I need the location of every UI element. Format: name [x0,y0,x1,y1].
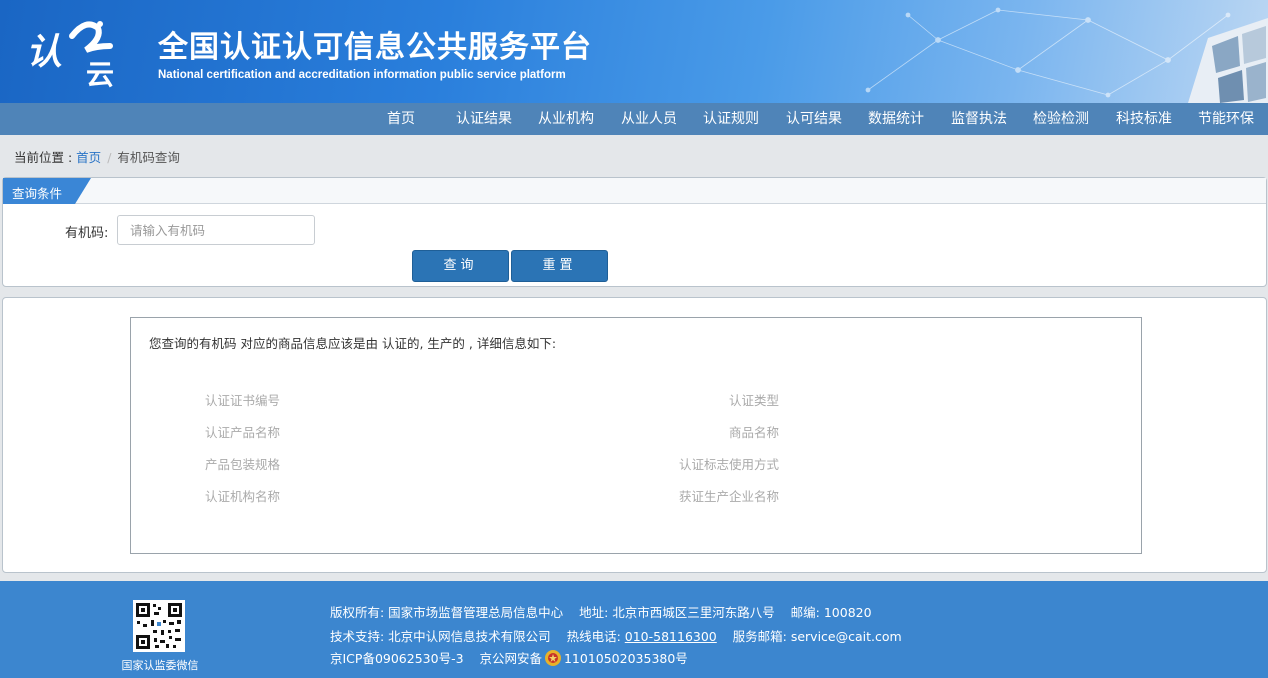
svg-text:认: 认 [26,32,62,73]
breadcrumb-prefix: 当前位置 : [14,150,77,165]
result-box: 您查询的有机码 对应的商品信息应该是由 认证的, 生产的 , 详细信息如下: 认… [130,317,1142,554]
footer-record: 京ICP备09062530号-3 京公网安备 11010502035380号 [330,648,688,667]
police-record-label: 京公网安备 [479,651,542,666]
query-tab-label: 查询条件 [12,186,63,201]
footer-support-prefix: 技术支持: 北京中认网信息技术有限公司 热线电话: [330,629,625,644]
nav-item-cert-rules[interactable]: 认证规则 [703,103,759,135]
organic-code-label: 有机码: [65,226,109,241]
footer: 国家认监委微信 版权所有: 国家市场监督管理总局信息中心 地址: 北京市西城区三… [0,581,1268,678]
nav-item-accreditation[interactable]: 认可结果 [786,103,842,135]
nav-item-supervision[interactable]: 监督执法 [951,103,1007,135]
label-cert-body: 认证机构名称 [205,489,281,504]
photo-collage-graphic [1188,18,1268,103]
footer-support-suffix: 服务邮箱: service@cait.com [716,629,902,644]
result-panel: 您查询的有机码 对应的商品信息应该是由 认证的, 生产的 , 详细信息如下: 认… [2,297,1267,573]
query-panel: 查询条件 有机码: 查询 重置 [2,177,1267,287]
nav-item-inspection[interactable]: 检验检测 [1033,103,1089,135]
police-badge-icon [544,650,561,666]
organic-code-input[interactable] [117,215,315,245]
hotline-link[interactable]: 010-58116300 [625,629,717,644]
label-package-spec: 产品包装规格 [205,457,281,472]
site-title: 全国认证认可信息公共服务平台 [158,30,592,65]
nav-item-standards[interactable]: 科技标准 [1116,103,1172,135]
query-panel-header: 查询条件 [3,178,1266,204]
icp-link[interactable]: 京ICP备09062530号-3 [330,651,464,666]
breadcrumb: 当前位置 : 首页 / 有机码查询 [14,147,180,166]
label-cert-type: 认证类型 [728,393,779,408]
nav-item-cert-results[interactable]: 认证结果 [456,103,512,135]
nav-item-statistics[interactable]: 数据统计 [868,103,924,135]
label-cert-number: 认证证书编号 [205,393,281,408]
label-producer-name: 获证生产企业名称 [678,489,779,504]
site-logo: 认 云 [26,21,114,88]
svg-text:云: 云 [86,58,114,88]
qr-caption: 国家认监委微信 [121,659,199,672]
nav-item-institutions[interactable]: 从业机构 [538,103,594,135]
nav-item-personnel[interactable]: 从业人员 [621,103,677,135]
label-product-name: 认证产品名称 [205,425,281,440]
nav-item-home[interactable]: 首页 [387,103,415,135]
main-nav: 首页 认证结果 从业机构 从业人员 认证规则 认可结果 数据统计 监督执法 检验… [0,103,1268,135]
qr-code-icon [133,600,185,652]
header-banner: 认 云 全国认证认可信息公共服务平台 National certificatio… [0,0,1268,103]
breadcrumb-home-link[interactable]: 首页 [76,150,101,165]
police-record-link[interactable]: 11010502035380号 [564,651,688,666]
result-description: 您查询的有机码 对应的商品信息应该是由 认证的, 生产的 , 详细信息如下: [149,336,557,351]
breadcrumb-current: 有机码查询 [117,150,180,165]
reset-button[interactable]: 重置 [511,250,608,282]
label-goods-name: 商品名称 [728,425,779,440]
breadcrumb-separator: / [107,150,112,165]
footer-support: 技术支持: 北京中认网信息技术有限公司 热线电话: 010-58116300 服… [330,626,902,645]
label-mark-usage: 认证标志使用方式 [678,457,779,472]
site-subtitle: National certification and accreditation… [158,69,566,81]
search-button[interactable]: 查询 [412,250,509,282]
nav-item-energy[interactable]: 节能环保 [1198,103,1254,135]
footer-copyright: 版权所有: 国家市场监督管理总局信息中心 地址: 北京市西城区三里河东路八号 邮… [330,605,872,620]
